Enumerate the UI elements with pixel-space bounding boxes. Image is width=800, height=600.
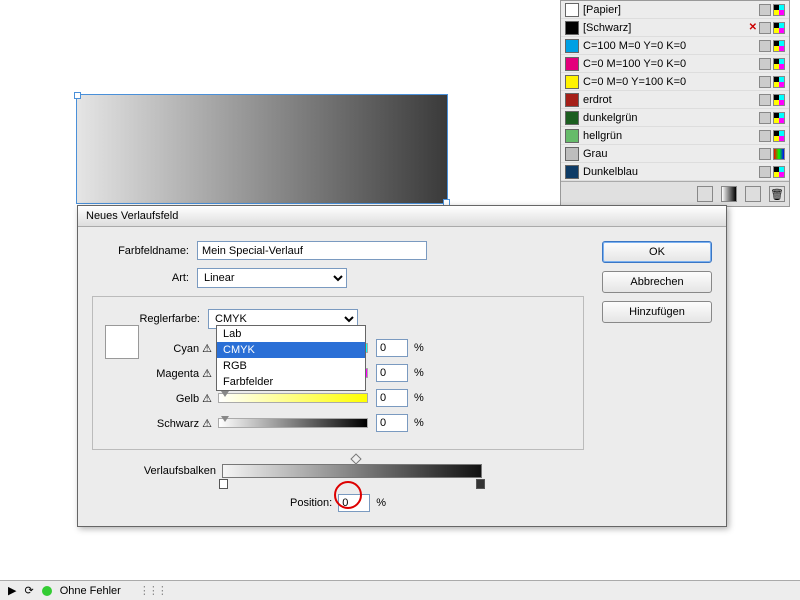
stopcolor-dropdown[interactable]: Lab CMYK RGB Farbfelder (216, 325, 366, 391)
swatch-row[interactable]: [Papier] (561, 1, 789, 19)
new-gradient-dialog: Neues Verlaufsfeld Farbfeldname: Art: Li… (77, 205, 727, 527)
new-swatch-icon[interactable] (745, 186, 761, 202)
add-button[interactable]: Hinzufügen (602, 301, 712, 323)
type-select[interactable]: Linear (197, 268, 347, 288)
gradient-midpoint[interactable] (350, 453, 361, 464)
play-icon[interactable]: ▶ (8, 584, 16, 597)
gradient-stop-left[interactable] (219, 479, 228, 489)
type-label: Art: (92, 272, 197, 284)
trash-icon[interactable]: 🗑 (769, 186, 785, 202)
gradientbar-label: Verlaufsbalken (92, 465, 222, 477)
swatch-row[interactable]: erdrot (561, 91, 789, 109)
nav-icon[interactable]: ⟳ (24, 584, 33, 597)
black-label: Schwarz ⚠ (103, 417, 218, 430)
gradient-stop-right[interactable] (476, 479, 485, 489)
gradient-bar[interactable] (222, 464, 482, 478)
swatches-footer: 🗑 (561, 181, 789, 206)
swatch-row[interactable]: C=100 M=0 Y=0 K=0 (561, 37, 789, 55)
annotation-circle (334, 481, 362, 509)
dropdown-option[interactable]: Farbfelder (217, 374, 365, 390)
dialog-title: Neues Verlaufsfeld (78, 206, 726, 227)
swatch-solid-icon[interactable] (697, 186, 713, 202)
dropdown-option[interactable]: Lab (217, 326, 365, 342)
status-dot-icon (42, 586, 52, 596)
cyan-value[interactable] (376, 339, 408, 357)
position-label: Position: (290, 497, 332, 509)
swatch-gradient-icon[interactable] (721, 186, 737, 202)
status-bar: ▶ ⟳ Ohne Fehler ⋮⋮⋮ (0, 580, 800, 600)
swatch-row[interactable]: C=0 M=100 Y=0 K=0 (561, 55, 789, 73)
swatch-row[interactable]: Grau (561, 145, 789, 163)
canvas-gradient-rect[interactable] (76, 94, 448, 204)
swatch-row[interactable]: C=0 M=0 Y=100 K=0 (561, 73, 789, 91)
magenta-label: Magenta ⚠ (103, 367, 218, 380)
yellow-value[interactable] (376, 389, 408, 407)
swatches-panel: [Papier] [Schwarz]✕ C=100 M=0 Y=0 K=0 C=… (560, 0, 790, 207)
black-slider[interactable] (218, 418, 368, 428)
black-value[interactable] (376, 414, 408, 432)
name-input[interactable] (197, 241, 427, 260)
yellow-slider[interactable] (218, 393, 368, 403)
name-label: Farbfeldname: (92, 245, 197, 257)
stopcolor-label: Reglerfarbe: (103, 313, 208, 325)
delete-icon: ✕ (749, 22, 757, 34)
swatch-row[interactable]: [Schwarz]✕ (561, 19, 789, 37)
dropdown-option[interactable]: CMYK (217, 342, 365, 358)
swatch-row[interactable]: hellgrün (561, 127, 789, 145)
status-text: Ohne Fehler (60, 585, 121, 597)
resize-grip-icon[interactable]: ⋮⋮⋮ (139, 584, 166, 597)
yellow-label: Gelb ⚠ (103, 392, 218, 405)
cancel-button[interactable]: Abbrechen (602, 271, 712, 293)
dropdown-option[interactable]: RGB (217, 358, 365, 374)
swatch-row[interactable]: dunkelgrün (561, 109, 789, 127)
ok-button[interactable]: OK (602, 241, 712, 263)
stop-color-preview[interactable] (105, 325, 139, 359)
magenta-value[interactable] (376, 364, 408, 382)
swatch-row[interactable]: Dunkelblau (561, 163, 789, 181)
